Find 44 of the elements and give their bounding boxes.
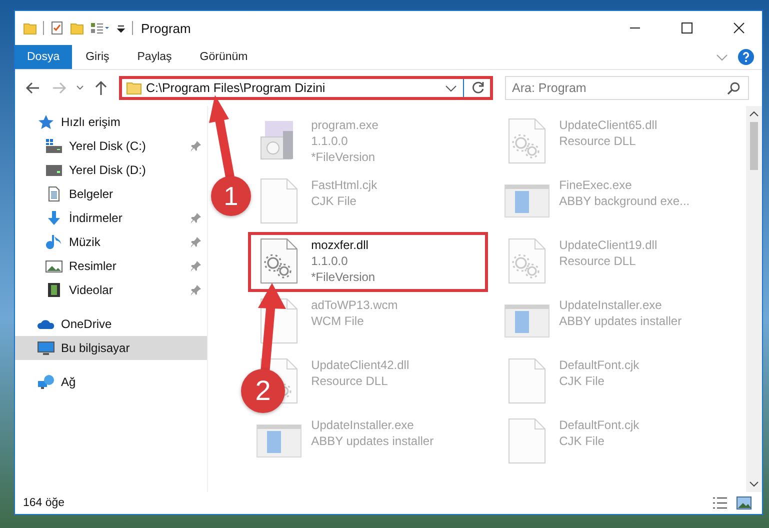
- step-badge: 2: [241, 369, 285, 413]
- sidebar-item[interactable]: İndirmeler: [15, 206, 208, 230]
- sidebar-item[interactable]: Videolar: [15, 278, 208, 302]
- sidebar-item[interactable]: Hızlı erişim: [15, 110, 208, 134]
- file-detail: 1.1.0.0: [311, 253, 349, 269]
- file-name: UpdateClient65.dll: [559, 117, 658, 133]
- file-name: FastHtml.cjk: [311, 177, 378, 193]
- file-name: UpdateClient42.dll: [311, 357, 410, 373]
- sidebar-item[interactable]: OneDrive: [15, 312, 208, 336]
- sidebar-item[interactable]: Yerel Disk (C:): [15, 134, 208, 158]
- file-detail: CJK File: [559, 433, 606, 449]
- file-name: mozxfer.dll: [311, 237, 370, 253]
- file-detail: *FileVersion: [311, 269, 376, 285]
- file-detail: CJK File: [559, 373, 606, 389]
- ribbon-tab[interactable]: Dosya: [15, 45, 72, 69]
- file-detail: ABBY updates installer: [559, 313, 682, 329]
- file-detail: Resource DLL: [311, 373, 389, 389]
- step-badge: 1: [211, 176, 251, 216]
- file-detail: WCM File: [311, 313, 365, 329]
- file-name: UpdateClient19.dll: [559, 237, 658, 253]
- window-title: Program: [141, 20, 191, 36]
- sidebar-item[interactable]: Müzik: [15, 230, 208, 254]
- file-detail: Resource DLL: [559, 253, 637, 269]
- file-detail: 1.1.0.0: [311, 133, 349, 149]
- file-detail: ABBY background exe...: [559, 193, 690, 209]
- file-name: adToWP13.wcm: [311, 297, 398, 313]
- file-detail: *FileVersion: [311, 149, 376, 165]
- item-count: 164 öğe: [23, 497, 65, 509]
- address-bar[interactable]: C:\Program Files\Program Dizini: [119, 76, 493, 100]
- sidebar-item[interactable]: Yerel Disk (D:): [15, 158, 208, 182]
- file-name: DefaultFont.cjk: [559, 357, 640, 373]
- file-detail: CJK File: [311, 193, 358, 209]
- file-name: FineExec.exe: [559, 177, 633, 193]
- search-field[interactable]: Ara: Program: [505, 76, 749, 100]
- sidebar-item[interactable]: Ağ: [15, 370, 208, 394]
- file-name: program.exe: [311, 117, 378, 133]
- file-name: UpdateInstaller.exe: [311, 417, 415, 433]
- file-name: UpdateInstaller.exe: [559, 297, 663, 313]
- sidebar-item[interactable]: Resimler: [15, 254, 208, 278]
- file-detail: ABBY updates installer: [311, 433, 434, 449]
- sidebar-item[interactable]: Belgeler: [15, 182, 208, 206]
- file-name: DefaultFont.cjk: [559, 417, 640, 433]
- sidebar-item[interactable]: Bu bilgisayar: [15, 336, 208, 360]
- file-detail: Resource DLL: [559, 133, 637, 149]
